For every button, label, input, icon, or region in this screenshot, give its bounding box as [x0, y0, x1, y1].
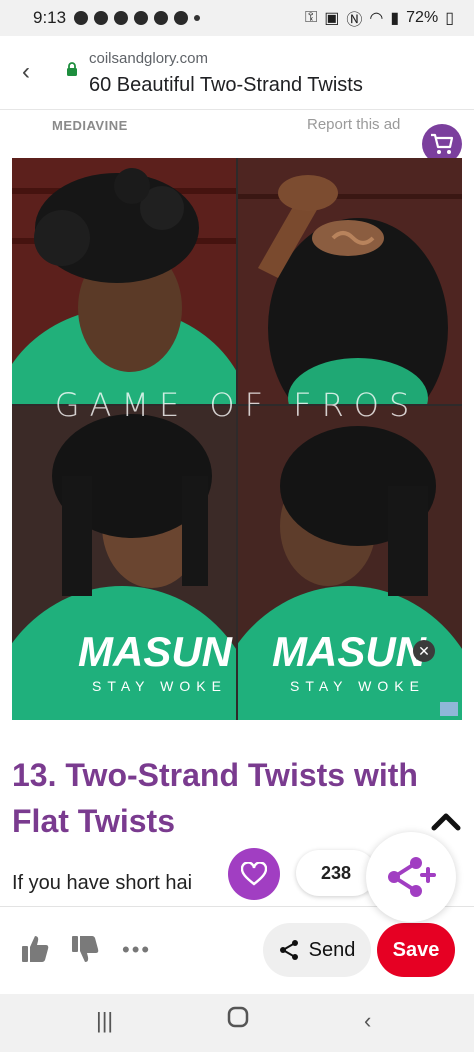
save-button[interactable]: Save	[377, 923, 455, 977]
tiktok-icon	[174, 11, 189, 25]
heart-icon	[241, 862, 267, 886]
thumbs-down-icon[interactable]	[70, 933, 100, 965]
share-icon	[279, 940, 298, 960]
like-count-value: 238	[320, 862, 352, 883]
shirt-subtext-left: STAY WOKE	[92, 678, 227, 694]
notification-icons	[74, 11, 201, 25]
mediavine-logo: MEDIAVINE	[52, 118, 128, 133]
snapchat-icon	[134, 11, 149, 25]
mediavine-brand: MEDIAVINE	[52, 118, 128, 133]
close-icon[interactable]: ✕	[413, 640, 435, 662]
shirt-text-right: MASUN	[272, 628, 426, 675]
back-icon[interactable]: ‹	[364, 1008, 371, 1034]
share-button[interactable]	[366, 832, 456, 922]
shirt-subtext-right: STAY WOKE	[290, 678, 425, 694]
messenger-icon	[74, 11, 89, 25]
more-notifications-icon	[194, 15, 201, 21]
shirt-text-left: MASUN	[78, 628, 232, 675]
recent-apps-icon[interactable]: |||	[96, 1008, 113, 1034]
nfc-icon: Ⓝ	[346, 12, 363, 29]
send-button[interactable]: Send	[263, 923, 371, 977]
share-plus-icon	[388, 857, 436, 897]
messenger-icon	[94, 11, 109, 25]
battery-icon: ▯	[445, 10, 454, 27]
photo-tile-top-right	[238, 158, 462, 404]
photo-tile-top-left	[12, 158, 236, 404]
chevron-up-icon[interactable]	[430, 810, 462, 834]
status-bar: 9:13 ⚿ ▣ Ⓝ ◠ ▮ 72% ▯	[0, 0, 474, 36]
snapchat-icon	[114, 11, 129, 25]
pinterest-icon	[154, 11, 169, 25]
article-body-text: If you have short hai	[12, 872, 193, 894]
like-button[interactable]	[228, 848, 280, 900]
article-heading: 13. Two-Strand Twists with Flat Twists	[12, 757, 418, 839]
image-watermark: GAME OF FROS	[54, 386, 420, 424]
signal-icon: ▮	[390, 10, 400, 27]
key-icon: ⚿	[305, 9, 318, 26]
adchoices-icon[interactable]	[440, 702, 458, 716]
battery-level: 72%	[406, 9, 439, 26]
lock-icon: ▣	[324, 10, 340, 27]
like-count: 238	[296, 850, 376, 896]
browser-url-bar: ‹ coilsandglory.com 60 Beautiful Two-Str…	[0, 36, 474, 110]
report-ad-link[interactable]: Report this ad	[307, 116, 400, 133]
home-icon[interactable]	[227, 1006, 249, 1034]
save-label: Save	[392, 938, 440, 961]
hairstyle-photo-collage[interactable]: GAME OF FROS MASUN STAY WOKE MASUN STAY …	[12, 158, 462, 720]
thumbs-up-icon[interactable]	[20, 933, 50, 965]
send-label: Send	[308, 938, 356, 961]
lock-icon	[67, 62, 77, 76]
shopping-cart-icon	[431, 133, 454, 154]
site-domain[interactable]: coilsandglory.com	[89, 50, 208, 67]
more-options-icon[interactable]: •••	[122, 937, 151, 963]
clock: 9:13	[33, 8, 67, 27]
system-icons: ⚿ ▣ Ⓝ ◠ ▮ 72% ▯	[305, 6, 454, 30]
back-arrow-icon[interactable]: ‹	[22, 58, 30, 86]
wifi-icon: ◠	[369, 10, 384, 27]
system-navigation-bar: ||| ‹	[0, 994, 474, 1052]
ad-header: MEDIAVINE Report this ad	[0, 112, 474, 164]
page-title[interactable]: 60 Beautiful Two-Strand Twists	[89, 74, 363, 97]
